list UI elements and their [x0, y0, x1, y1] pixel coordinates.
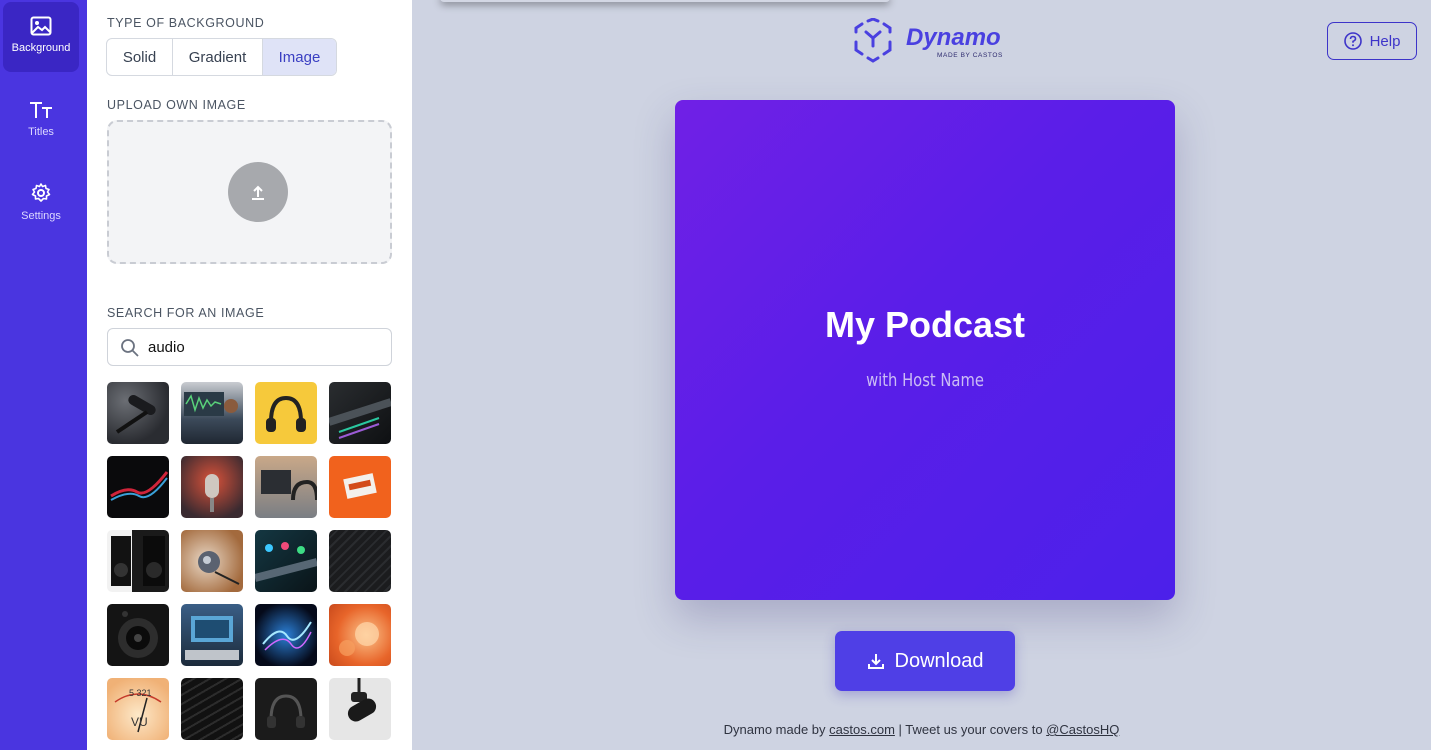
image-thumb-audio-editing[interactable]	[181, 382, 243, 444]
image-thumb-desk-setup[interactable]	[255, 456, 317, 518]
image-thumb-microphone[interactable]	[107, 382, 169, 444]
left-rail: Background Titles Settings	[0, 0, 87, 750]
upload-arrow-icon	[252, 185, 264, 200]
rail-item-settings[interactable]: Settings	[3, 168, 79, 238]
image-thumb-dark-faders[interactable]	[181, 678, 243, 740]
rail-item-label: Titles	[28, 126, 54, 138]
upload-button[interactable]	[228, 162, 288, 222]
rail-item-label: Settings	[21, 210, 61, 222]
upload-label: UPLOAD OWN IMAGE	[107, 98, 246, 112]
gear-icon	[31, 183, 51, 202]
top-drawer-edge	[440, 0, 890, 2]
image-thumb-headphones-yellow[interactable]	[255, 382, 317, 444]
help-button[interactable]: Help	[1327, 22, 1417, 60]
castos-link[interactable]: castos.com	[829, 722, 895, 737]
podcast-cover-preview: My Podcast with Host Name	[675, 100, 1175, 600]
help-circle-icon	[1343, 32, 1362, 50]
castoshq-link[interactable]: @CastosHQ	[1046, 722, 1119, 737]
help-label: Help	[1369, 32, 1401, 50]
image-thumb-sound-wave-abstract[interactable]	[107, 456, 169, 518]
bg-type-label: TYPE OF BACKGROUND	[107, 16, 265, 30]
logo-wordmark: Dynamo	[906, 24, 1001, 51]
bg-type-solid-button[interactable]: Solid	[107, 39, 173, 75]
text-size-icon	[30, 102, 52, 118]
bg-type-segmented-control: Solid Gradient Image	[106, 38, 337, 76]
search-icon	[121, 339, 139, 357]
image-thumb-vu-meter[interactable]: 5 321 VU	[107, 678, 169, 740]
logo-subtext: MADE BY CASTOS	[937, 52, 1003, 59]
image-results-grid: 5 321 VU	[107, 382, 397, 740]
download-label: Download	[894, 649, 984, 672]
image-thumb-headphones-dark[interactable]	[255, 678, 317, 740]
image-search-input[interactable]	[148, 337, 378, 357]
image-thumb-fader-grid[interactable]	[329, 530, 391, 592]
dynamo-logo: Dynamo MADE BY CASTOS	[852, 18, 1012, 64]
image-thumb-mixer-colorful[interactable]	[255, 530, 317, 592]
image-thumb-orange-bokeh[interactable]	[329, 604, 391, 666]
image-icon	[30, 16, 52, 36]
vu-label-text: VU	[131, 715, 148, 729]
search-label: SEARCH FOR AN IMAGE	[107, 306, 265, 320]
image-thumb-speaker-cone[interactable]	[107, 604, 169, 666]
rail-item-titles[interactable]: Titles	[3, 86, 79, 156]
download-button[interactable]: Download	[835, 631, 1015, 691]
image-thumb-cassette-orange[interactable]	[329, 456, 391, 518]
rail-item-label: Background	[11, 42, 71, 54]
download-icon	[867, 654, 884, 669]
background-panel: TYPE OF BACKGROUND Solid Gradient Image …	[87, 0, 412, 750]
cover-subtitle: with Host Name	[866, 370, 984, 391]
rail-item-background[interactable]: Background	[3, 2, 79, 72]
dynamo-logo-icon	[854, 18, 892, 63]
footer: Dynamo made by castos.com | Tweet us you…	[412, 722, 1431, 737]
upload-dropzone[interactable]	[107, 120, 392, 264]
bg-type-image-button[interactable]: Image	[263, 39, 336, 75]
footer-middle: | Tweet us your covers to	[894, 722, 1047, 737]
image-search-box	[107, 328, 392, 366]
vu-scale-text: 5 321	[129, 688, 152, 698]
image-thumb-blue-energy[interactable]	[255, 604, 317, 666]
image-thumb-studio-mic-red[interactable]	[181, 456, 243, 518]
image-thumb-studio-monitor[interactable]	[181, 604, 243, 666]
bg-type-gradient-button[interactable]: Gradient	[173, 39, 263, 75]
image-thumb-mixer-console[interactable]	[329, 382, 391, 444]
footer-prefix: Dynamo made by	[723, 722, 830, 737]
cover-title: My Podcast	[824, 304, 1026, 345]
image-thumb-speakers-bw[interactable]	[107, 530, 169, 592]
image-thumb-podcast-mic[interactable]	[329, 678, 391, 740]
image-thumb-knob-closeup[interactable]	[181, 530, 243, 592]
